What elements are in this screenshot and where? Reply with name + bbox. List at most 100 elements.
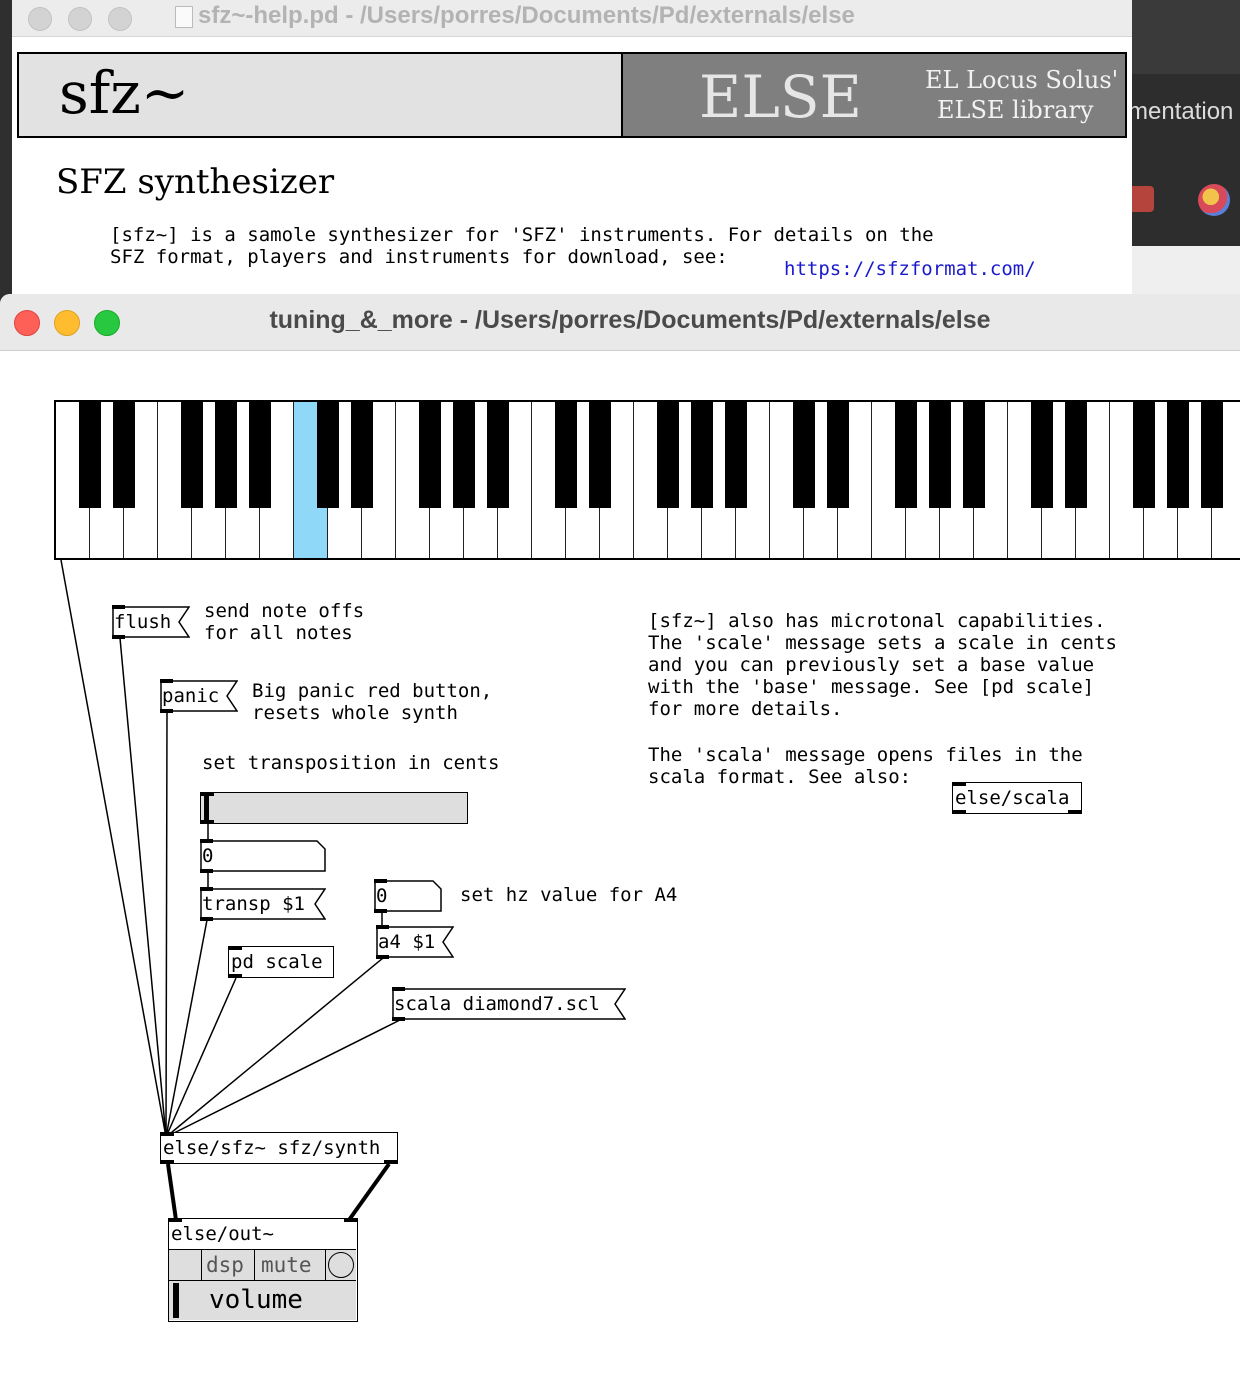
cord-keyboard-to-sfz (60, 559, 167, 1138)
minimize-button[interactable] (68, 7, 92, 31)
flush-message-label: flush (114, 611, 172, 633)
outlet-right[interactable] (384, 1160, 397, 1164)
scala-message-label: scala diamond7.scl (394, 993, 600, 1015)
black-key[interactable] (589, 402, 611, 508)
patch-window: tuning_&_more - /Users/porres/Documents/… (0, 294, 1240, 1388)
cord-a4-to-sfz (165, 957, 384, 1138)
help-window-titlebar[interactable]: sfz~-help.pd - /Users/porres/Documents/P… (12, 0, 1132, 37)
pd-scale-object[interactable]: pd scale (228, 946, 334, 978)
black-key[interactable] (487, 402, 509, 508)
clip-indicator (326, 1250, 356, 1280)
black-key[interactable] (215, 402, 237, 508)
black-key[interactable] (827, 402, 849, 508)
black-key[interactable] (793, 402, 815, 508)
a4-message-label: a4 $1 (378, 931, 436, 953)
cord-scala-to-sfz (165, 1019, 401, 1138)
sfz-synth-object[interactable]: else/sfz~ sfz/synth (160, 1132, 398, 1164)
help-header-title: sfz~ (59, 59, 190, 127)
dsp-label: dsp (206, 1253, 244, 1277)
volume-handle[interactable] (173, 1283, 179, 1318)
volume-slider[interactable]: volume (169, 1281, 356, 1320)
black-key[interactable] (725, 402, 747, 508)
other-window-partial-text: mentation (1128, 98, 1234, 125)
zoom-button[interactable] (108, 7, 132, 31)
desktop-edge (0, 0, 12, 300)
black-key[interactable] (419, 402, 441, 508)
black-key[interactable] (1031, 402, 1053, 508)
else-scala-label: else/scala (955, 787, 1070, 809)
panic-comment: Big panic red button, resets whole synth (252, 680, 493, 724)
out-object[interactable]: else/out~ dsp mute volume (168, 1218, 358, 1322)
black-key[interactable] (657, 402, 679, 508)
mute-label: mute (261, 1253, 312, 1277)
flush-message[interactable]: flush (112, 605, 190, 639)
microtonal-comment: [sfz~] also has microtonal capabilities.… (648, 610, 1117, 720)
black-key[interactable] (1201, 402, 1223, 508)
transp-message-label: transp $1 (202, 893, 305, 915)
a4-number[interactable]: 0 (374, 879, 442, 913)
brand-line-1: EL Locus Solus' (925, 66, 1119, 94)
black-key[interactable] (453, 402, 475, 508)
description-line-1: [sfz~] is a samole synthesizer for 'SFZ'… (110, 224, 934, 246)
cord-panic-to-sfz (165, 711, 168, 1138)
sfz-synth-label: else/sfz~ sfz/synth (163, 1137, 381, 1159)
scala-message[interactable]: scala diamond7.scl (392, 987, 626, 1021)
black-key[interactable] (351, 402, 373, 508)
panic-message-label: panic (162, 685, 220, 707)
black-key[interactable] (963, 402, 985, 508)
document-icon (175, 6, 193, 28)
transp-message[interactable]: transp $1 (200, 887, 326, 921)
cord-sfz-right-to-out (347, 1162, 391, 1222)
transposition-slider[interactable] (200, 792, 468, 824)
other-window-light-panel (1132, 246, 1240, 300)
black-key[interactable] (113, 402, 135, 508)
outlet[interactable] (201, 820, 214, 824)
help-window-title: sfz~-help.pd - /Users/porres/Documents/P… (198, 2, 855, 29)
piano-keyboard[interactable] (54, 400, 1240, 560)
transposition-comment: set transposition in cents (202, 752, 500, 774)
mute-toggle[interactable]: mute (255, 1250, 326, 1280)
close-button[interactable] (28, 7, 52, 31)
sfzformat-link[interactable]: https://sfzformat.com/ (784, 258, 1036, 280)
black-key[interactable] (1133, 402, 1155, 508)
inlet-right[interactable] (344, 1218, 357, 1222)
else-scala-object[interactable]: else/scala (952, 782, 1082, 814)
black-key[interactable] (317, 402, 339, 508)
description-line-2: SFZ format, players and instruments for … (110, 246, 728, 268)
circle-icon (328, 1252, 354, 1278)
black-key[interactable] (181, 402, 203, 508)
out-object-label: else/out~ (171, 1223, 274, 1245)
else-logo-text: ELSE (699, 63, 862, 131)
cord-pdscale-to-sfz (165, 977, 237, 1138)
black-key[interactable] (895, 402, 917, 508)
outlet-right[interactable] (1068, 810, 1081, 814)
black-key[interactable] (249, 402, 271, 508)
help-header-right: ELSE EL Locus Solus' ELSE library (621, 52, 1127, 138)
section-title: SFZ synthesizer (56, 162, 335, 202)
out-blank-cell (169, 1250, 202, 1280)
panic-message[interactable]: panic (160, 679, 238, 713)
dsp-toggle[interactable]: dsp (202, 1250, 255, 1280)
help-header-left: sfz~ (17, 52, 623, 138)
pd-scale-label: pd scale (231, 951, 323, 973)
black-key[interactable] (555, 402, 577, 508)
black-key[interactable] (691, 402, 713, 508)
inlet[interactable] (201, 792, 214, 796)
color-picker-icon[interactable] (1198, 184, 1230, 216)
black-key[interactable] (79, 402, 101, 508)
transposition-number-value: 0 (202, 845, 214, 867)
help-window: sfz~-help.pd - /Users/porres/Documents/P… (12, 0, 1132, 300)
cord-transp-to-sfz (165, 919, 208, 1138)
black-key[interactable] (1065, 402, 1087, 508)
black-key[interactable] (929, 402, 951, 508)
black-key[interactable] (1167, 402, 1189, 508)
transposition-number[interactable]: 0 (200, 839, 326, 873)
a4-number-value: 0 (376, 885, 388, 907)
cord-sfz-left-to-out (166, 1163, 178, 1221)
brand-line-2: ELSE library (937, 96, 1094, 124)
flush-comment: send note offs for all notes (204, 600, 365, 644)
a4-comment: set hz value for A4 (460, 884, 678, 906)
volume-label: volume (209, 1285, 303, 1315)
slider-handle[interactable] (204, 795, 209, 820)
a4-message[interactable]: a4 $1 (376, 925, 454, 959)
